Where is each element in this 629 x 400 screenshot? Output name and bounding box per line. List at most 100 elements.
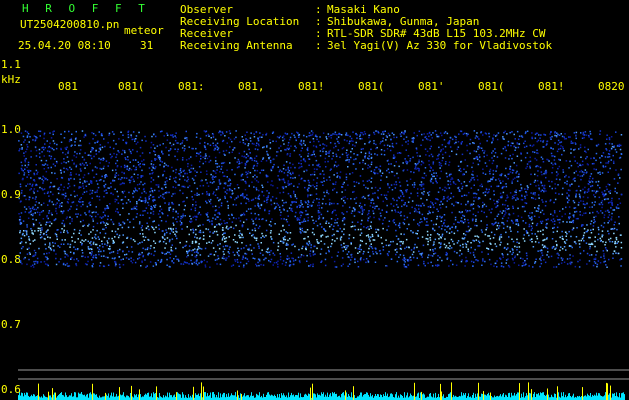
noise-speck bbox=[56, 235, 58, 238]
noise-speck bbox=[613, 250, 616, 252]
noise-speck bbox=[517, 215, 520, 217]
noise-speck bbox=[545, 223, 547, 226]
noise-speck bbox=[579, 144, 582, 146]
noise-speck bbox=[34, 139, 37, 141]
noise-speck bbox=[499, 258, 502, 260]
noise-speck bbox=[230, 265, 233, 267]
noise-speck bbox=[524, 210, 526, 213]
noise-speck bbox=[476, 132, 478, 134]
noise-speck bbox=[282, 178, 285, 180]
noise-speck bbox=[345, 245, 347, 247]
noise-speck bbox=[469, 143, 471, 145]
noise-speck bbox=[262, 264, 265, 266]
noise-speck bbox=[150, 245, 152, 247]
noise-speck bbox=[360, 131, 362, 134]
noise-speck bbox=[529, 167, 531, 169]
noise-speck bbox=[426, 217, 428, 220]
noise-speck bbox=[427, 243, 429, 246]
noise-speck bbox=[136, 202, 138, 205]
noise-speck bbox=[541, 254, 544, 257]
noise-speck bbox=[96, 167, 98, 169]
noise-speck bbox=[257, 204, 259, 206]
noise-speck bbox=[562, 258, 564, 260]
noise-speck bbox=[158, 241, 161, 243]
noise-speck bbox=[504, 213, 506, 216]
noise-speck bbox=[406, 162, 408, 165]
noise-speck bbox=[115, 169, 117, 171]
noise-speck bbox=[296, 186, 299, 188]
noise-speck bbox=[19, 223, 22, 225]
noise-speck bbox=[531, 241, 533, 243]
noise-speck bbox=[282, 168, 285, 170]
noise-speck bbox=[601, 155, 604, 157]
noise-speck bbox=[395, 181, 397, 183]
noise-speck bbox=[380, 194, 383, 196]
noise-speck bbox=[524, 132, 527, 135]
noise-speck bbox=[460, 211, 462, 214]
noise-speck bbox=[508, 266, 511, 268]
noise-speck bbox=[568, 136, 570, 138]
noise-speck bbox=[238, 160, 240, 163]
noise-speck bbox=[353, 153, 355, 155]
noise-speck bbox=[144, 259, 146, 261]
noise-speck bbox=[431, 265, 434, 267]
noise-speck bbox=[460, 170, 462, 173]
noise-speck bbox=[143, 187, 145, 190]
noise-speck bbox=[481, 231, 483, 233]
noise-speck bbox=[130, 237, 132, 240]
noise-speck bbox=[550, 219, 553, 222]
noise-speck bbox=[20, 247, 23, 250]
noise-speck bbox=[319, 136, 321, 138]
noise-speck bbox=[82, 203, 84, 206]
noise-speck bbox=[572, 255, 574, 257]
noise-speck bbox=[417, 230, 419, 232]
noise-speck bbox=[445, 206, 448, 208]
noise-speck bbox=[113, 152, 115, 155]
noise-speck bbox=[110, 182, 112, 184]
noise-speck bbox=[484, 233, 487, 236]
noise-speck bbox=[132, 159, 135, 161]
noise-speck bbox=[326, 191, 328, 194]
noise-speck bbox=[420, 197, 422, 200]
noise-speck bbox=[285, 261, 287, 264]
noise-speck bbox=[231, 169, 233, 171]
noise-speck bbox=[611, 216, 613, 218]
noise-speck bbox=[307, 216, 309, 219]
noise-speck bbox=[444, 131, 447, 133]
noise-speck bbox=[540, 181, 542, 184]
noise-speck bbox=[250, 132, 252, 134]
noise-speck bbox=[122, 258, 124, 260]
noise-speck bbox=[342, 263, 344, 265]
noise-speck bbox=[166, 258, 168, 261]
noise-speck bbox=[236, 161, 238, 163]
noise-speck bbox=[290, 252, 293, 254]
noise-speck bbox=[536, 237, 539, 240]
noise-speck bbox=[492, 176, 494, 179]
noise-speck bbox=[359, 135, 361, 138]
noise-speck bbox=[383, 194, 386, 196]
noise-speck bbox=[398, 165, 400, 168]
noise-speck bbox=[410, 249, 413, 251]
noise-speck bbox=[313, 153, 315, 156]
noise-speck bbox=[344, 248, 347, 251]
noise-speck bbox=[397, 238, 400, 241]
noise-speck bbox=[63, 171, 65, 173]
noise-speck bbox=[142, 214, 144, 216]
noise-speck bbox=[359, 175, 362, 177]
noise-speck bbox=[607, 183, 609, 185]
noise-speck bbox=[231, 151, 233, 153]
noise-speck bbox=[397, 196, 400, 199]
noise-speck bbox=[77, 260, 80, 262]
noise-speck bbox=[459, 130, 462, 132]
noise-speck bbox=[99, 149, 102, 151]
noise-speck bbox=[403, 266, 406, 268]
noise-speck bbox=[326, 189, 328, 192]
noise-speck bbox=[453, 223, 455, 225]
noise-speck bbox=[121, 226, 124, 229]
noise-speck bbox=[334, 161, 337, 163]
noise-speck bbox=[595, 152, 598, 155]
noise-speck bbox=[217, 255, 219, 257]
noise-speck bbox=[537, 152, 539, 155]
noise-speck bbox=[492, 173, 495, 175]
noise-speck bbox=[127, 133, 130, 136]
